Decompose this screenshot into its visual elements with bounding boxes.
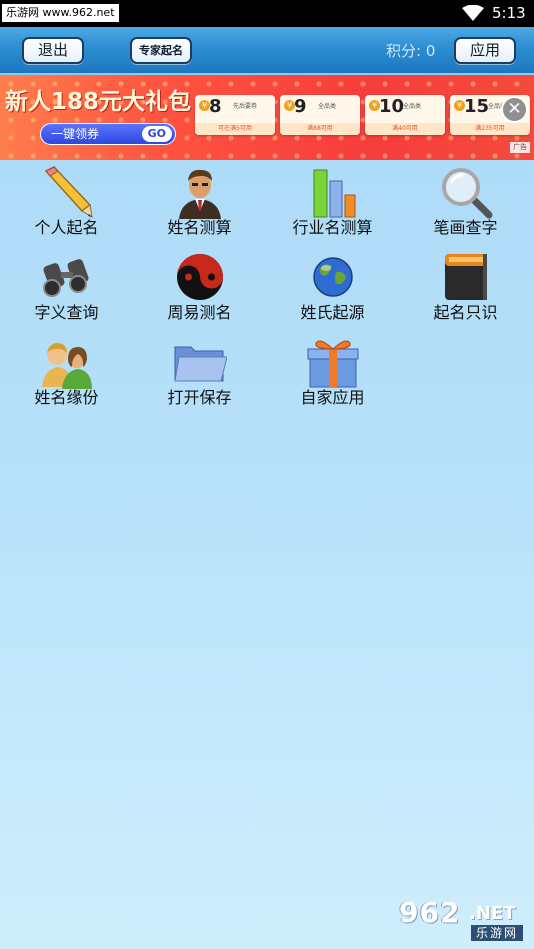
site-watermark: 962 .NET 乐游网 — [395, 897, 529, 943]
coupon-card[interactable]: ¥ 10 全品类 满40可用 — [365, 95, 445, 135]
coupon-card[interactable]: ¥ 8 先后要券 可在满5可用 — [195, 95, 275, 135]
feature-industry-name[interactable]: 行业名测算 — [266, 160, 399, 245]
top-toolbar: 退出 专家起名 积分: 0 应用 — [0, 27, 534, 75]
bar-chart-icon — [306, 165, 360, 219]
points-display: 积分: 0 — [386, 42, 436, 60]
ad-claim-button[interactable]: 一键领券 GO — [40, 123, 176, 145]
wifi-icon — [462, 5, 484, 21]
book-icon — [439, 250, 493, 304]
feature-zhouyi-naming[interactable]: 周易测名 — [133, 245, 266, 330]
feature-char-meaning[interactable]: 字义查询 — [0, 245, 133, 330]
watermark-cn: 乐游网 — [471, 925, 523, 941]
coupon-value: 9 — [294, 96, 307, 117]
feature-label: 姓氏起源 — [300, 303, 365, 322]
feature-label: 姓名测算 — [167, 218, 232, 237]
coupon-note: 满235可用 — [450, 123, 530, 135]
folder-icon — [173, 335, 227, 389]
coupon-note: 可在满5可用 — [195, 123, 275, 135]
coupon-note: 满88可用 — [280, 123, 360, 135]
feature-own-apps[interactable]: 自家应用 — [266, 330, 399, 415]
feature-label: 笔画查字 — [433, 218, 498, 237]
coupon-note: 满40可用 — [365, 123, 445, 135]
exit-button[interactable]: 退出 — [22, 37, 84, 64]
close-ad-icon[interactable]: ✕ — [501, 96, 528, 123]
feature-label: 个人起名 — [34, 218, 99, 237]
coupon-value: 15 — [464, 96, 490, 117]
ad-headline: 新人188元大礼包 — [5, 89, 192, 115]
coupon-card[interactable]: ¥ 9 全品类 满88可用 — [280, 95, 360, 135]
magnifier-icon — [439, 165, 493, 219]
watermark-number: 962 — [399, 896, 461, 929]
feature-personal-naming[interactable]: 个人起名 — [0, 160, 133, 245]
feature-label: 自家应用 — [300, 388, 365, 407]
site-tag: 乐游网 www.962.net — [2, 4, 119, 22]
gift-icon — [306, 335, 360, 389]
feature-label: 起名只识 — [433, 303, 498, 322]
feature-stroke-lookup[interactable]: 笔画查字 — [399, 160, 532, 245]
coupon-name: 全品类 — [403, 103, 422, 110]
coupon-value: 10 — [379, 96, 405, 117]
feature-label: 行业名测算 — [292, 218, 373, 237]
feature-open-saved[interactable]: 打开保存 — [133, 330, 266, 415]
feature-label: 字义查询 — [34, 303, 99, 322]
ad-go-label: GO — [141, 126, 172, 142]
businessman-icon — [173, 165, 227, 219]
apps-button[interactable]: 应用 — [454, 37, 516, 64]
feature-name-analysis[interactable]: 姓名测算 — [133, 160, 266, 245]
expert-naming-button[interactable]: 专家起名 — [130, 37, 192, 64]
feature-label: 姓名缘份 — [34, 388, 99, 407]
yin-yang-icon — [173, 250, 227, 304]
coupon-value: 8 — [209, 96, 222, 117]
feature-name-affinity[interactable]: 姓名缘份 — [0, 330, 133, 415]
feature-label: 周易测名 — [167, 303, 232, 322]
ad-tag: 广告 — [510, 142, 530, 153]
binoculars-icon — [40, 250, 94, 304]
pencil-icon — [40, 165, 94, 219]
globe-icon — [306, 250, 360, 304]
clock: 5:13 — [492, 4, 526, 22]
status-bar: 乐游网 www.962.net 5:13 — [0, 0, 534, 27]
couple-icon — [40, 335, 94, 389]
coupon-name: 全品类 — [318, 103, 337, 110]
feature-surname-origin[interactable]: 姓氏起源 — [266, 245, 399, 330]
ad-claim-label: 一键领券 — [51, 127, 100, 141]
watermark-net: .NET — [469, 903, 516, 924]
feature-naming-knowledge[interactable]: 起名只识 — [399, 245, 532, 330]
coupon-name: 先后要券 — [233, 103, 258, 110]
ad-banner[interactable]: 新人188元大礼包 一键领券 GO ¥ 8 先后要券 可在满5可用 ¥ 9 全品… — [0, 75, 534, 160]
feature-label: 打开保存 — [167, 388, 232, 407]
